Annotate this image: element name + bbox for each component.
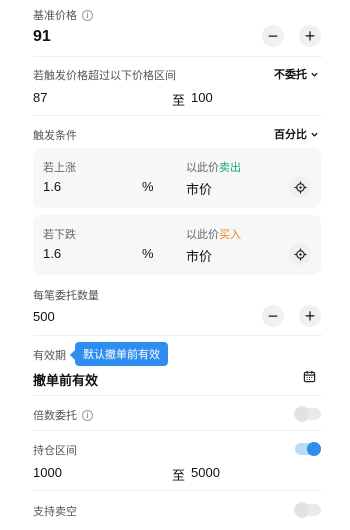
- validity-label: 有效期: [33, 350, 66, 362]
- price-range-separator: 至: [172, 93, 186, 108]
- rise-label: 若上涨: [43, 162, 76, 174]
- crosshair-icon[interactable]: [289, 243, 311, 265]
- calendar-icon[interactable]: [303, 370, 316, 388]
- toggle-knob: [307, 442, 321, 456]
- quantity-increase-button[interactable]: +: [299, 305, 321, 327]
- price-range-low-input[interactable]: 87: [33, 90, 47, 105]
- info-icon[interactable]: i: [82, 409, 93, 421]
- rise-condition-card: 若上涨 1.6 % 以此价卖出 市价: [33, 148, 321, 208]
- fall-price-value[interactable]: 市价: [186, 246, 212, 265]
- toggle-knob: [295, 407, 309, 421]
- fall-action: 买入: [219, 229, 241, 241]
- divider: [33, 56, 322, 57]
- fall-percent-input[interactable]: 1.6: [43, 246, 61, 261]
- divider: [33, 335, 322, 336]
- quantity-input[interactable]: 500: [33, 309, 55, 324]
- fall-price-label-text: 以此价: [186, 229, 219, 241]
- base-price-decrease-button[interactable]: −: [262, 25, 284, 47]
- position-range-toggle[interactable]: [295, 442, 321, 456]
- divider: [33, 115, 322, 116]
- quantity-decrease-button[interactable]: −: [262, 305, 284, 327]
- multiple-order-row: 倍数委托 i: [33, 407, 93, 423]
- price-range-dropdown-label: 不委托: [274, 69, 307, 81]
- rise-price-label: 以此价卖出: [186, 159, 241, 175]
- chevron-down-icon: [311, 72, 318, 77]
- price-range-dropdown[interactable]: 不委托: [274, 66, 319, 82]
- rise-percent-unit: %: [142, 179, 154, 194]
- base-price-increase-button[interactable]: +: [299, 25, 321, 47]
- multiple-order-toggle[interactable]: [295, 407, 321, 421]
- trigger-condition-dropdown-label: 百分比: [274, 129, 307, 141]
- short-sell-label: 支持卖空: [33, 506, 77, 518]
- position-range-high-input[interactable]: 5000: [191, 465, 220, 480]
- toggle-knob: [295, 503, 309, 517]
- divider: [33, 490, 322, 491]
- fall-price-label: 以此价买入: [186, 226, 241, 242]
- validity-value[interactable]: 撤单前有效: [33, 370, 98, 389]
- validity-tooltip: 默认撤单前有效: [70, 342, 168, 366]
- fall-label: 若下跌: [43, 229, 76, 241]
- crosshair-icon[interactable]: [289, 176, 311, 198]
- price-range-high-input[interactable]: 100: [191, 90, 213, 105]
- quantity-label: 每笔委托数量: [33, 290, 99, 302]
- divider: [33, 430, 322, 431]
- fall-percent-unit: %: [142, 246, 154, 261]
- short-sell-toggle[interactable]: [295, 503, 321, 517]
- info-icon[interactable]: i: [82, 9, 93, 21]
- multiple-order-label: 倍数委托: [33, 410, 77, 422]
- chevron-down-icon: [311, 132, 318, 137]
- base-price-label: 基准价格: [33, 10, 77, 22]
- rise-price-label-text: 以此价: [186, 162, 219, 174]
- price-range-label: 若触发价格超过以下价格区间: [33, 70, 176, 82]
- rise-action: 卖出: [219, 162, 241, 174]
- base-price-value[interactable]: 91: [33, 28, 51, 46]
- trigger-condition-label: 触发条件: [33, 130, 77, 142]
- trigger-condition-dropdown[interactable]: 百分比: [274, 126, 319, 142]
- position-range-low-input[interactable]: 1000: [33, 465, 62, 480]
- position-range-label: 持仓区间: [33, 445, 77, 457]
- position-range-separator: 至: [172, 468, 186, 483]
- fall-condition-card: 若下跌 1.6 % 以此价买入 市价: [33, 215, 321, 275]
- rise-percent-input[interactable]: 1.6: [43, 179, 61, 194]
- rise-price-value[interactable]: 市价: [186, 179, 212, 198]
- divider: [33, 395, 322, 396]
- base-price-row: 基准价格 i: [33, 7, 93, 23]
